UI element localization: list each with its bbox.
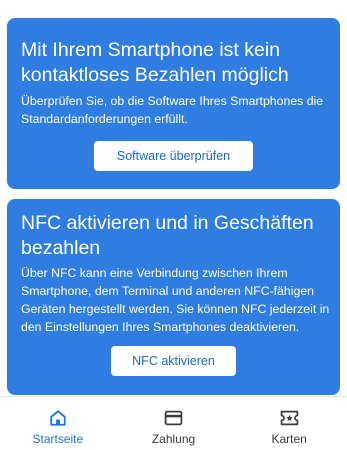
check-software-button[interactable]: Software überprüfen (94, 141, 253, 171)
card-title: Mit Ihrem Smartphone ist kein kontaktlos… (21, 39, 289, 86)
card-title: NFC aktivieren und in Geschäften bezahle… (21, 212, 314, 259)
contactless-unavailable-card: Mit Ihrem Smartphone ist kein kontaktlos… (7, 18, 340, 189)
card-description: Überprüfen Sie, ob die Software Ihres Sm… (21, 94, 324, 126)
nav-label-payment: Zahlung (151, 432, 196, 446)
app-screen: Mit Ihrem Smartphone ist kein kontaktlos… (0, 0, 347, 450)
bottom-navigation: Startseite Zahlung Karten (0, 396, 347, 450)
payment-card-icon (164, 409, 184, 427)
pass-ticket-icon (279, 409, 299, 427)
enable-nfc-card: NFC aktivieren und in Geschäften bezahle… (7, 199, 340, 395)
enable-nfc-button[interactable]: NFC aktivieren (111, 346, 236, 376)
card-description: Über NFC kann eine Verbindung zwischen I… (21, 266, 330, 334)
nav-item-passes[interactable]: Karten (231, 397, 347, 450)
nav-label-home: Startseite (32, 432, 84, 446)
home-icon (48, 409, 68, 427)
nav-item-home[interactable]: Startseite (0, 397, 116, 450)
nav-label-passes: Karten (271, 432, 307, 446)
nav-item-payment[interactable]: Zahlung (116, 397, 232, 450)
